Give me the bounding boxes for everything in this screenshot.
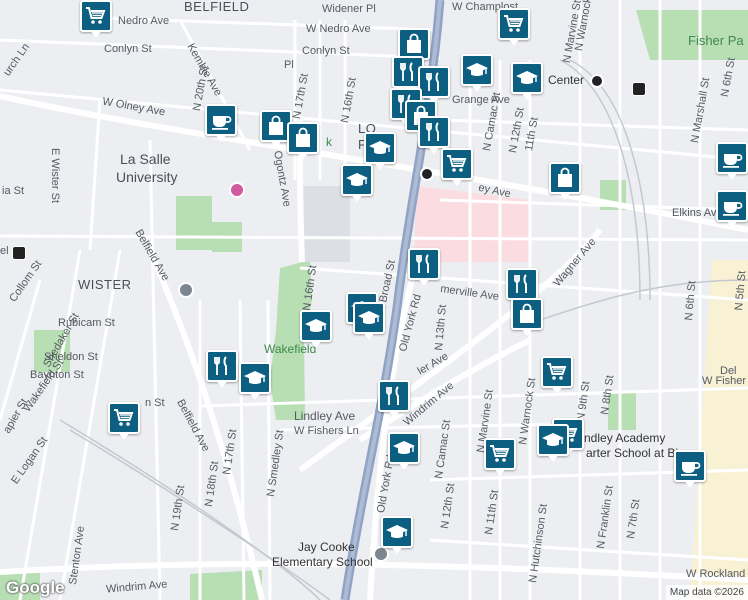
shopping-bag-icon <box>520 303 534 323</box>
street-label-ia-st: ia St <box>2 185 25 197</box>
school-icon <box>358 311 380 324</box>
street-label-del: Del <box>720 365 737 377</box>
street-label-widener-pl: Widener Pl <box>322 3 376 15</box>
place-label-wister: WISTER <box>78 277 132 292</box>
university-poi-icon[interactable] <box>229 182 245 198</box>
street-label-e-wister-st: E Wister St <box>49 148 61 204</box>
school-icon <box>346 173 368 186</box>
school-icon <box>386 525 408 538</box>
shopping-cart-pin[interactable] <box>541 356 573 398</box>
map-canvas[interactable]: Fisher Pa La Salle University WISTER Wak… <box>0 0 748 600</box>
shopping-bag-icon <box>269 115 283 135</box>
shopping-cart-pin[interactable] <box>80 0 112 42</box>
street-label-nedro-ave: Nedro Ave <box>118 15 170 27</box>
place-label-center: Center <box>548 73 585 87</box>
restaurant-icon <box>214 356 227 375</box>
subway-station-icon[interactable] <box>420 167 434 181</box>
shopping-bag-pin[interactable] <box>287 122 319 164</box>
shopping-bag-pin[interactable] <box>511 298 543 340</box>
restaurant-pin[interactable] <box>206 350 238 392</box>
street-label-conlyn-st-2: Conlyn St <box>302 45 350 57</box>
shopping-cart-pin[interactable] <box>108 402 140 444</box>
shopping-cart-icon <box>547 363 567 380</box>
school-pin[interactable] <box>461 54 493 96</box>
shopping-cart-pin[interactable] <box>498 8 530 50</box>
restaurant-icon <box>416 254 429 273</box>
street-label-conlyn-st: Conlyn St <box>104 43 152 55</box>
street-label-lindley-ave: Lindley Ave <box>294 409 356 423</box>
shopping-cart-icon <box>86 7 106 24</box>
shopping-cart-pin[interactable] <box>484 438 516 480</box>
cafe-icon <box>681 462 701 476</box>
subway-station-icon[interactable] <box>590 74 604 88</box>
school-pin[interactable] <box>341 164 373 206</box>
cafe-pin[interactable] <box>205 104 237 146</box>
street-label-el: el <box>0 245 9 257</box>
place-label-academy: ndley Academy <box>584 431 666 445</box>
rail-station-icon[interactable] <box>12 246 26 260</box>
school-pin[interactable] <box>537 424 569 466</box>
cafe-icon <box>723 154 743 168</box>
school-icon <box>244 371 266 384</box>
school-icon <box>369 141 391 154</box>
shopping-cart-icon <box>504 15 524 32</box>
school-pin[interactable] <box>388 432 420 474</box>
place-label-belfield: BELFIELD <box>184 0 250 14</box>
google-logo: Google <box>6 578 65 597</box>
school-pin[interactable] <box>239 362 271 404</box>
school-pin[interactable] <box>381 516 413 558</box>
street-label-w-nedro-ave: W Nedro Ave <box>306 23 371 35</box>
street-label-pl-partial: Pl <box>284 59 294 71</box>
place-label-jay-cooke: Jay Cooke <box>298 540 355 554</box>
school-pin[interactable] <box>300 310 332 352</box>
shopping-bag-pin[interactable] <box>549 162 581 204</box>
restaurant-pin[interactable] <box>378 380 410 422</box>
shopping-bag-icon <box>407 33 421 53</box>
restaurant-icon <box>514 274 527 293</box>
shopping-cart-icon <box>114 409 134 426</box>
cafe-icon <box>723 202 743 216</box>
place-label-la-salle-university: University <box>116 169 178 185</box>
shopping-cart-icon <box>447 155 467 172</box>
rail-station-icon[interactable] <box>632 82 646 96</box>
school-pin[interactable] <box>353 302 385 344</box>
restaurant-icon <box>386 386 399 405</box>
school-icon <box>516 71 538 84</box>
street-label-n-st-partial: n St <box>145 397 165 409</box>
shopping-cart-icon <box>490 445 510 462</box>
restaurant-icon <box>400 62 413 81</box>
street-label-elkins-ave: Elkins Ave <box>672 207 723 219</box>
school-icon <box>466 63 488 76</box>
park-area <box>176 196 212 250</box>
place-label-la-salle: La Salle <box>120 151 171 167</box>
place-label-park: k <box>326 135 332 149</box>
cafe-pin[interactable] <box>674 450 706 492</box>
school-icon <box>305 319 327 332</box>
cafe-pin[interactable] <box>716 190 748 232</box>
street-label-w-fishers-ln: W Fishers Ln <box>294 425 359 437</box>
shopping-bag-icon <box>558 167 572 187</box>
cafe-icon <box>212 116 232 130</box>
restaurant-pin[interactable] <box>408 248 440 290</box>
shopping-bag-icon <box>296 127 310 147</box>
restaurant-icon <box>426 72 439 91</box>
school-poi-icon[interactable] <box>178 282 194 298</box>
cafe-pin[interactable] <box>716 142 748 184</box>
place-label-fisher-park: Fisher Pa <box>688 33 744 48</box>
place-label-jay-cooke-school: Elementary School <box>272 555 373 569</box>
map-attribution[interactable]: Map data ©2026 <box>665 585 748 600</box>
school-pin[interactable] <box>511 62 543 104</box>
restaurant-icon <box>426 122 439 141</box>
shopping-cart-pin[interactable] <box>441 148 473 190</box>
street-label-w-rockland: W Rockland <box>686 568 746 580</box>
school-icon <box>542 433 564 446</box>
school-icon <box>393 441 415 454</box>
street-label-w-fisher: W Fisher <box>702 375 746 387</box>
